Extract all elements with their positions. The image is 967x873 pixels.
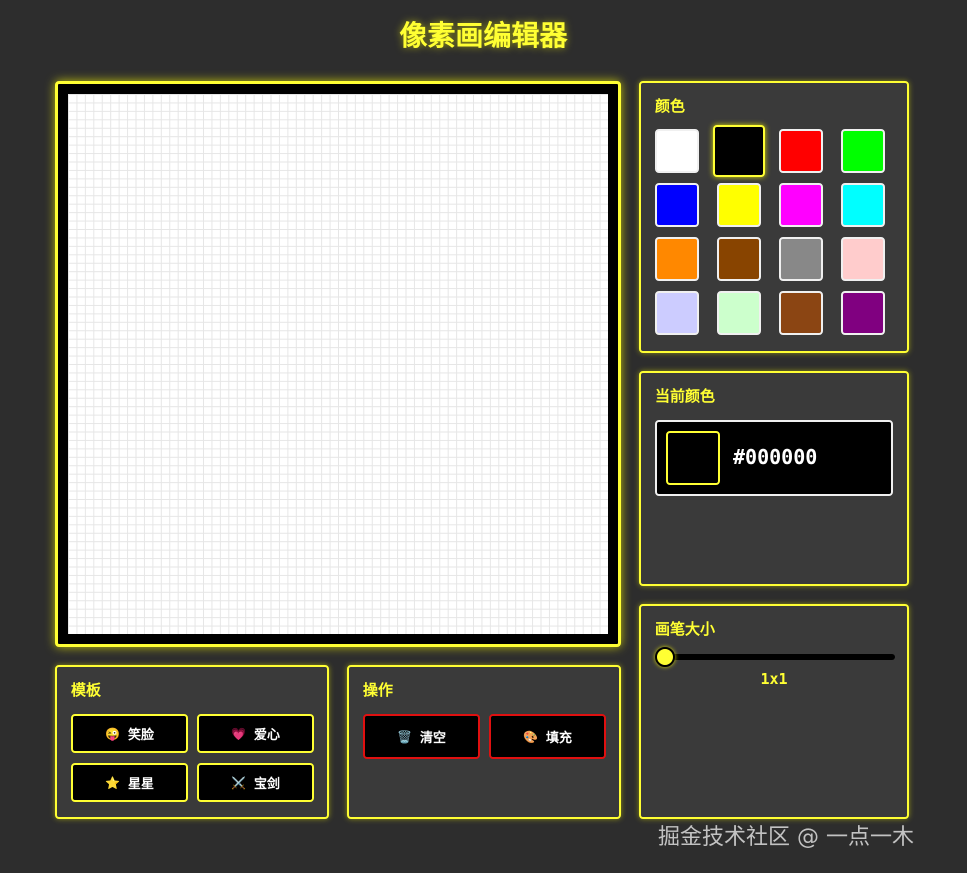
clear-button[interactable]: 🗑️ 清空 [363,714,480,759]
brush-size-value: 1x1 [760,670,788,688]
color-swatch[interactable] [779,291,823,335]
current-color-hex: #000000 [733,445,818,469]
star-icon: ⭐ [105,775,120,790]
smiley-icon: 😜 [105,726,120,741]
color-swatch[interactable] [655,129,699,173]
current-color-title: 当前颜色 [655,387,716,405]
brush-size-slider-track[interactable] [657,654,895,660]
color-swatch[interactable] [717,237,761,281]
templates-panel: 模板 😜 笑脸 💗 爱心 ⭐ 星星 ⚔️ 宝剑 [55,665,329,819]
color-swatch[interactable] [779,183,823,227]
template-star-label: 星星 [127,777,154,792]
trash-icon: 🗑️ [397,729,412,744]
watermark: 掘金技术社区 @ 一点一木 [658,825,914,850]
templates-title: 模板 [71,681,102,699]
template-smiley-label: 笑脸 [127,728,154,743]
pixel-canvas[interactable] [68,94,608,634]
fill-label: 填充 [545,731,572,746]
brush-size-title: 画笔大小 [655,620,716,638]
page-title: 像素画编辑器 [399,19,568,52]
color-swatch[interactable] [717,291,761,335]
palette-title: 颜色 [655,97,686,115]
actions-panel: 操作 🗑️ 清空 🎨 填充 [347,665,621,819]
color-swatch[interactable] [713,125,765,177]
current-color-panel: 当前颜色 #000000 [639,371,909,586]
swatch-grid [655,125,885,335]
current-color-display: #000000 [655,420,893,496]
heart-icon: 💗 [231,726,246,741]
color-swatch[interactable] [655,237,699,281]
brush-size-panel: 画笔大小 1x1 [639,604,909,819]
color-swatch[interactable] [717,183,761,227]
template-sword-button[interactable]: ⚔️ 宝剑 [197,763,314,802]
palette-icon: 🎨 [523,729,538,744]
color-swatch[interactable] [779,129,823,173]
template-sword-label: 宝剑 [253,777,280,792]
canvas-frame [55,81,621,647]
crossed-swords-icon: ⚔️ [231,775,246,790]
color-swatch[interactable] [655,291,699,335]
fill-button[interactable]: 🎨 填充 [489,714,606,759]
template-heart-button[interactable]: 💗 爱心 [197,714,314,753]
color-swatch[interactable] [779,237,823,281]
brush-size-slider-thumb[interactable] [655,647,675,667]
template-smiley-button[interactable]: 😜 笑脸 [71,714,188,753]
color-swatch[interactable] [655,183,699,227]
template-heart-label: 爱心 [253,728,280,743]
color-swatch[interactable] [841,291,885,335]
color-swatch[interactable] [841,237,885,281]
palette-panel: 颜色 [639,81,909,353]
template-star-button[interactable]: ⭐ 星星 [71,763,188,802]
color-swatch[interactable] [841,129,885,173]
actions-title: 操作 [363,681,394,699]
clear-label: 清空 [419,731,446,746]
color-swatch[interactable] [841,183,885,227]
current-color-preview [666,431,720,485]
